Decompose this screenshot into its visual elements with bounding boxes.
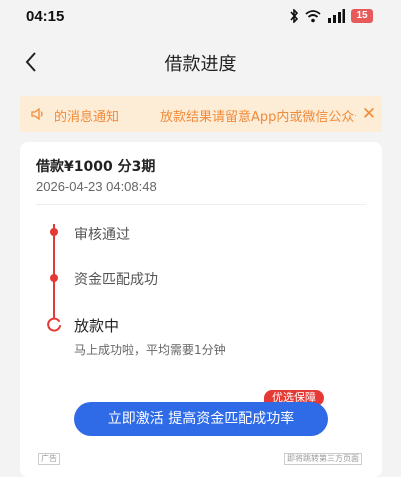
step-label-matched: 资金匹配成功 [74,272,158,288]
speaker-icon [31,107,43,121]
progress-card: 借款¥1000 分3期 2026-04-23 04:08:48 审核通过 资金匹… [20,142,382,477]
bluetooth-icon [290,9,299,23]
step-dot-done [50,228,58,236]
close-icon[interactable]: ✕ [356,96,382,132]
notice-label: 的消息通知 [54,110,120,125]
timeline-line [53,224,55,319]
status-time: 04:15 [26,8,65,25]
step-label-approved: 审核通过 [74,227,130,243]
page-title: 借款进度 [164,54,237,75]
status-bar: 04:15 15 [0,0,401,32]
activate-button[interactable]: 立即激活 提高资金匹配成功率 [74,402,328,436]
battery-icon: 15 [351,9,373,23]
notice-message: 放款结果请留意App内或微信公众号的消 [160,110,382,125]
step-dot-done [50,274,58,282]
loading-icon [47,317,61,332]
loan-datetime: 2026-04-23 04:08:48 [36,179,157,194]
step-label-disbursing: 放款中 [74,317,120,335]
signal-icon [328,9,345,23]
third-party-notice: 即将跳转第三方页面 [284,453,362,465]
divider [36,204,366,205]
wifi-icon [305,9,321,22]
status-icons: 15 [289,8,373,24]
notice-bar[interactable]: 的消息通知 放款结果请留意App内或微信公众号的消 ✕ [20,96,382,132]
step-sub-text: 马上成功啦，平均需要1分钟 [74,343,226,357]
ad-label: 广告 [38,453,60,465]
navigation-bar: 借款进度 [0,40,401,84]
loan-summary: 借款¥1000 分3期 [36,159,156,175]
